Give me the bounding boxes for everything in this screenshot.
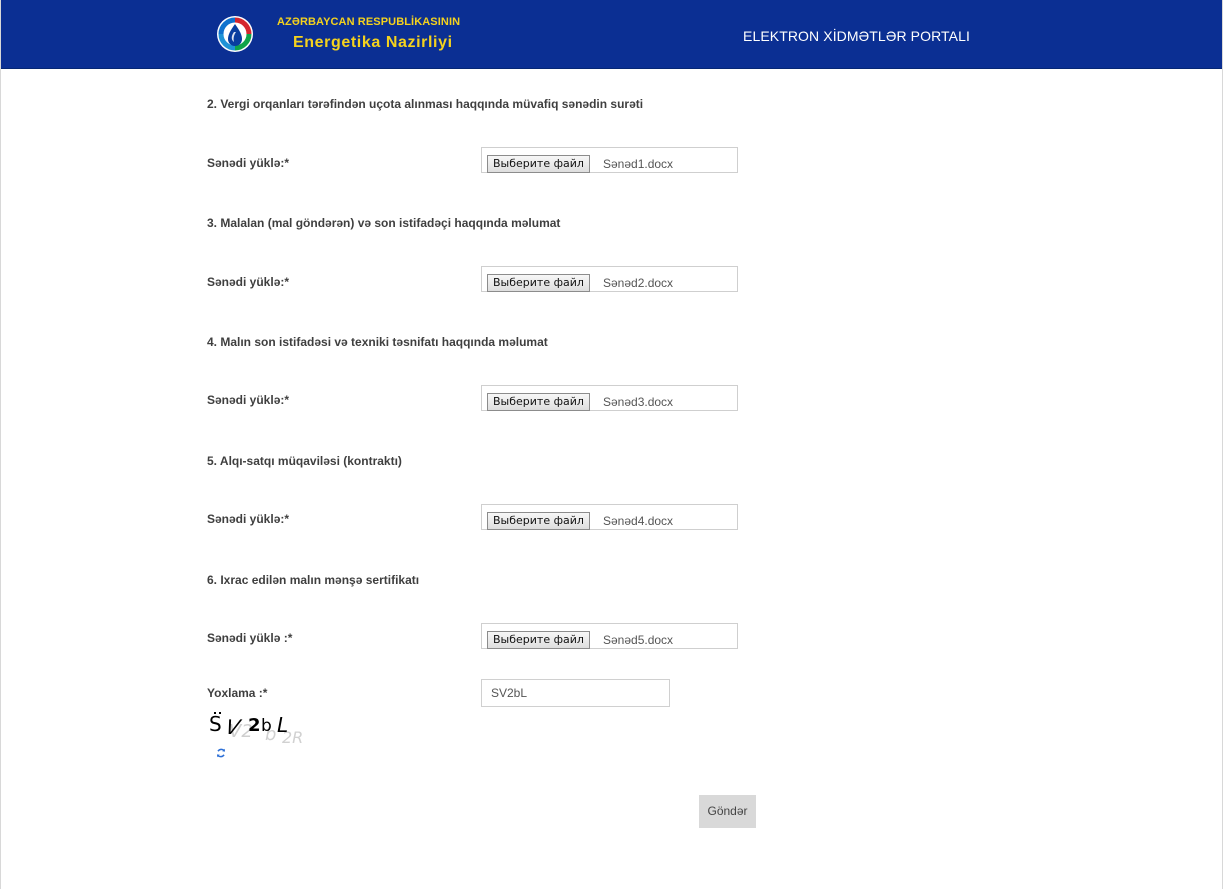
refresh-icon[interactable]: [215, 747, 227, 759]
file-upload-4[interactable]: Выберите файл Sənəd3.docx: [481, 385, 738, 411]
captcha-label: Yoxlama :*: [207, 686, 268, 700]
choose-file-button-5[interactable]: Выберите файл: [487, 512, 590, 530]
section-title-6: 6. Ixrac edilən malın mənşə sertifikatı: [207, 573, 420, 587]
upload-label-5: Sənədi yüklə:*: [207, 512, 290, 526]
selected-file-name-2: Sənəd1.docx: [603, 157, 674, 171]
section-title-4: 4. Malın son istifadəsi və texniki təsni…: [207, 335, 548, 349]
brand-top-text: AZƏRBAYCAN RESPUBLİKASININ: [277, 16, 461, 28]
selected-file-name-6: Sənəd5.docx: [603, 633, 674, 647]
selected-file-name-3: Sənəd2.docx: [603, 276, 674, 290]
choose-file-button-3[interactable]: Выберите файл: [487, 274, 590, 292]
upload-label-6: Sənədi yüklə :*: [207, 631, 293, 645]
file-upload-5[interactable]: Выберите файл Sənəd4.docx: [481, 504, 738, 530]
upload-label-3: Sənədi yüklə:*: [207, 275, 290, 289]
choose-file-button-6[interactable]: Выберите файл: [487, 631, 590, 649]
choose-file-button-2[interactable]: Выберите файл: [487, 155, 590, 173]
captcha-image: V2 b 2R S V 2 b L: [209, 712, 303, 747]
portal-title: ELEKTRON XİDMƏTLƏR PORTALI: [743, 28, 970, 44]
svg-text:2: 2: [248, 715, 261, 736]
upload-label-4: Sənədi yüklə:*: [207, 393, 290, 407]
captcha-foreground-text: S V 2 b L: [209, 712, 288, 739]
file-upload-2[interactable]: Выберите файл Sənəd1.docx: [481, 147, 738, 173]
ministry-drop-logo-icon: [217, 16, 253, 52]
svg-text:b: b: [261, 716, 272, 736]
svg-text:L: L: [277, 713, 288, 737]
choose-file-button-4[interactable]: Выберите файл: [487, 393, 590, 411]
upload-label-2: Sənədi yüklə:*: [207, 156, 290, 170]
brand-main-text: Energetika Nazirliyi: [293, 34, 453, 51]
svg-text:S: S: [209, 712, 222, 736]
portal-header: AZƏRBAYCAN RESPUBLİKASININ Energetika Na…: [1, 0, 1222, 69]
file-upload-3[interactable]: Выберите файл Sənəd2.docx: [481, 266, 738, 292]
captcha-input[interactable]: [481, 679, 670, 707]
section-title-5: 5. Alqı-satqı müqaviləsi (kontraktı): [207, 454, 402, 468]
section-title-3: 3. Malalan (mal göndərən) və son istifad…: [207, 216, 561, 230]
submit-button[interactable]: Göndər: [699, 795, 756, 828]
selected-file-name-4: Sənəd3.docx: [603, 395, 674, 409]
electronic-services-page: AZƏRBAYCAN RESPUBLİKASININ Energetika Na…: [0, 0, 1223, 889]
selected-file-name-5: Sənəd4.docx: [603, 514, 674, 528]
file-upload-6[interactable]: Выберите файл Sənəd5.docx: [481, 623, 738, 649]
section-title-2: 2. Vergi orqanları tərəfindən uçota alın…: [207, 97, 644, 111]
